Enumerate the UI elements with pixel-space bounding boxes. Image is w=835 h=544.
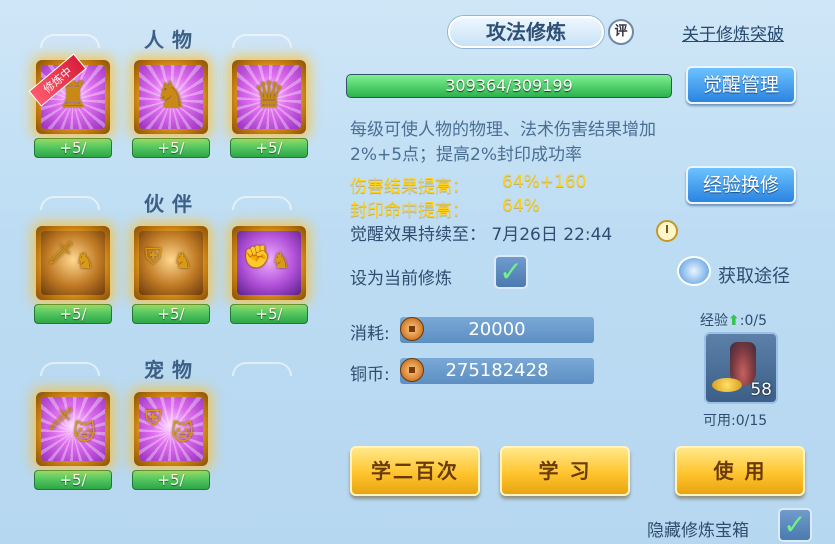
consume-label: 消耗:: [350, 324, 390, 344]
cloud-swirl-decoration: [232, 34, 292, 48]
section-title-character: 人物: [144, 28, 200, 52]
set-current-label: 设为当前修炼: [350, 269, 452, 289]
cloud-swirl-decoration: [40, 362, 100, 376]
training-treasure-item[interactable]: 58: [704, 332, 778, 404]
item-count: 58: [750, 380, 772, 400]
slot-frame: ♛: [232, 60, 306, 134]
progress-text: 309364/309199: [445, 76, 573, 95]
seal-stat-value: 64%: [502, 196, 540, 216]
partner-sword-icon: 🗡 ♞: [41, 231, 105, 295]
up-arrow-icon: ⬆: [728, 313, 740, 329]
partner-slot-2[interactable]: ⛨ ♞ +5/: [132, 226, 210, 324]
warrior-shield-icon: ♞: [139, 65, 203, 129]
comment-badge-button[interactable]: 评: [608, 19, 634, 45]
slot-frame: 修炼中 ♜: [28, 53, 110, 134]
exp-progress-bar: 309364/309199: [346, 74, 672, 98]
about-breakthrough-link[interactable]: 关于修炼突破: [682, 20, 784, 45]
slot-frame: ♞: [134, 60, 208, 134]
cloud-swirl-decoration: [40, 196, 100, 210]
character-slot-3[interactable]: ♛ +5/: [230, 60, 308, 158]
damage-stat: 伤害结果提高： 64%+160: [350, 172, 586, 197]
book-icon: [677, 256, 711, 286]
damage-stat-value: 64%+160: [502, 172, 587, 192]
partner-slot-3[interactable]: ✊ ♞ +5/: [230, 226, 308, 324]
learn-button[interactable]: 学 习: [500, 446, 630, 496]
use-button[interactable]: 使 用: [675, 446, 805, 496]
level-bar: +5/: [230, 304, 308, 324]
cloud-swirl-decoration: [232, 362, 292, 376]
level-bar: +5/: [34, 304, 112, 324]
pet-slot-2[interactable]: ⛨ 🐱 +5/: [132, 392, 210, 490]
copper-label: 铜币:: [350, 365, 390, 385]
awaken-expire-text: 觉醒效果持续至： 7月26日 22:44: [350, 225, 613, 245]
cloud-swirl-decoration: [232, 196, 292, 210]
panel-title: 攻法修炼: [448, 16, 604, 48]
character-slot-1[interactable]: 修炼中 ♜ +5/: [28, 53, 112, 158]
partner-fist-icon: ✊ ♞: [237, 231, 301, 295]
level-bar: +5/: [132, 138, 210, 158]
learn-200-button[interactable]: 学二百次: [350, 446, 480, 496]
seal-stat-label: 封印命中提高：: [350, 201, 469, 221]
copper-value: 275182428: [400, 358, 594, 384]
slot-frame: 🗡 🐱: [36, 392, 110, 466]
slot-frame: ✊ ♞: [232, 226, 306, 300]
section-title-pet: 宠物: [144, 358, 200, 382]
item-exp-value: :0/5: [739, 313, 767, 329]
level-bar: +5/: [132, 470, 210, 490]
damage-stat-label: 伤害结果提高：: [350, 177, 469, 197]
slot-frame: ⛨ 🐱: [134, 392, 208, 466]
training-description: 每级可使人物的物理、法术伤害结果增加2%+5点；提高2%封印成功率: [350, 120, 656, 165]
pet-shield-icon: ⛨ 🐱: [139, 397, 203, 461]
set-current-checkbox[interactable]: ✓: [494, 255, 528, 289]
hide-treasure-checkbox[interactable]: ✓: [778, 508, 812, 542]
awaken-manage-button[interactable]: 觉醒管理: [686, 66, 796, 104]
level-bar: +5/: [34, 138, 112, 158]
pet-slot-1[interactable]: 🗡 🐱 +5/: [34, 392, 112, 490]
coin-icon: [400, 358, 424, 382]
level-bar: +5/: [230, 138, 308, 158]
exp-exchange-button[interactable]: 经验换修: [686, 166, 796, 204]
level-bar: +5/: [132, 304, 210, 324]
consume-value: 20000: [400, 317, 594, 343]
slot-frame: 🗡 ♞: [36, 226, 110, 300]
seal-stat: 封印命中提高： 64%: [350, 196, 540, 221]
item-exp-label: 经验: [700, 313, 728, 329]
pet-sword-icon: 🗡 🐱: [41, 397, 105, 461]
warrior-stance-icon: ♛: [237, 65, 301, 129]
partner-shield-icon: ⛨ ♞: [139, 231, 203, 295]
get-source-link[interactable]: 获取途径: [718, 262, 790, 288]
level-bar: +5/: [34, 470, 112, 490]
character-slot-2[interactable]: ♞ +5/: [132, 60, 210, 158]
hide-treasure-label: 隐藏修炼宝箱: [647, 521, 749, 541]
item-available: 可用:0/15: [703, 413, 768, 429]
clock-icon: [656, 220, 678, 242]
item-exp-text: 经验⬆:0/5: [700, 310, 767, 330]
cloud-swirl-decoration: [40, 34, 100, 48]
slot-frame: ⛨ ♞: [134, 226, 208, 300]
section-title-partner: 伙伴: [144, 192, 200, 216]
partner-slot-1[interactable]: 🗡 ♞ +5/: [34, 226, 112, 324]
coin-icon: [400, 317, 424, 341]
gold-pile-icon: [712, 378, 742, 392]
